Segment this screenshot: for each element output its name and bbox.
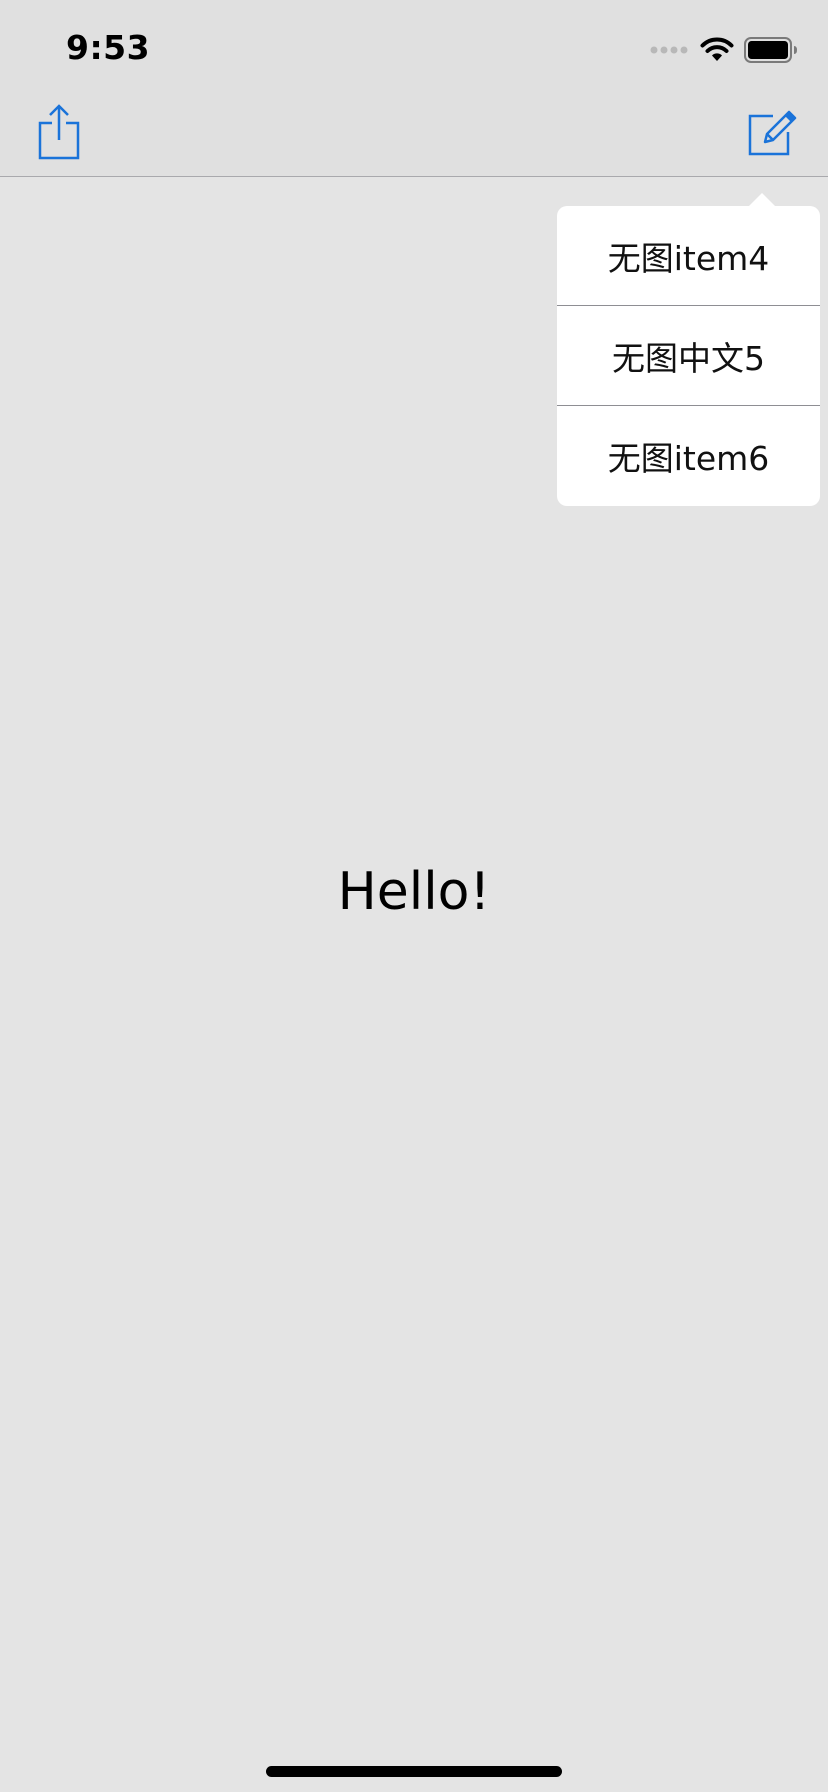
- status-time: 9:53: [66, 28, 151, 67]
- wifi-icon: [700, 37, 734, 61]
- home-indicator[interactable]: [266, 1766, 562, 1777]
- navigation-bar: [0, 94, 828, 177]
- greeting-text: Hello!: [337, 862, 491, 922]
- menu-item-chinese5[interactable]: 无图中文5: [557, 306, 820, 405]
- menu-item-item4[interactable]: 无图item4: [557, 206, 820, 305]
- compose-button[interactable]: [747, 108, 797, 158]
- signal-icon: [650, 46, 688, 54]
- popover-arrow: [748, 193, 776, 207]
- compose-icon: [748, 110, 797, 156]
- menu-item-item6[interactable]: 无图item6: [557, 406, 820, 505]
- status-bar: 9:53: [0, 0, 828, 94]
- status-icons: [650, 34, 798, 66]
- popover-menu: 无图item4 无图中文5 无图item6: [557, 206, 820, 506]
- share-icon: [38, 104, 80, 160]
- share-button[interactable]: [38, 104, 80, 160]
- battery-icon: [744, 37, 797, 63]
